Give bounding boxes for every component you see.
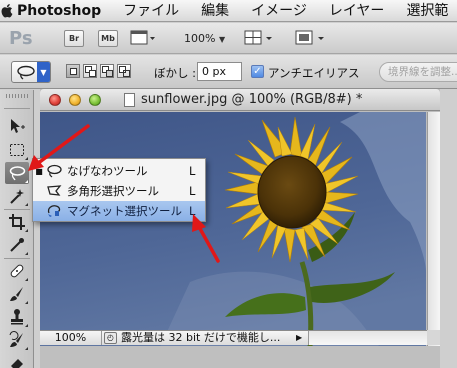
flyout-item-polygonal-lasso[interactable]: 多角形選択ツール L bbox=[33, 181, 205, 201]
flyout-item-shortcut: L bbox=[189, 184, 196, 198]
menu-photoshop[interactable]: Photoshop bbox=[13, 0, 112, 22]
stamp-icon bbox=[11, 309, 23, 325]
document-titlebar[interactable]: sunflower.jpg @ 100% (RGB/8#) * bbox=[40, 89, 440, 111]
application-bar: Ps Br Mb 100% ▼ bbox=[0, 23, 457, 54]
magnetic-lasso-icon bbox=[45, 203, 63, 219]
options-bar: ▼ ぼかし : 0 px ✓ アンチエイリアス 境界線を調整... bbox=[0, 55, 457, 89]
move-icon bbox=[11, 119, 25, 133]
history-brush-tool[interactable] bbox=[5, 329, 29, 351]
status-text: 露光量は 32 bit だけで機能し... bbox=[121, 331, 281, 344]
menu-edit[interactable]: 編集 bbox=[190, 0, 240, 22]
antialias-checkbox[interactable]: ✓ bbox=[251, 65, 264, 78]
polygonal-lasso-icon bbox=[45, 183, 63, 199]
guides-view-extras-icon[interactable] bbox=[130, 29, 156, 50]
move-tool[interactable] bbox=[5, 115, 29, 137]
menu-select[interactable]: 選択範 bbox=[395, 0, 457, 22]
vertical-scrollbar[interactable] bbox=[427, 112, 440, 347]
menu-bar: Photoshop ファイル 編集 イメージ レイヤー 選択範 bbox=[0, 0, 457, 22]
bridge-button[interactable]: Br bbox=[64, 30, 84, 47]
history-brush-icon bbox=[9, 331, 23, 347]
crop-tool[interactable] bbox=[5, 211, 29, 233]
ps-logo: Ps bbox=[9, 28, 33, 49]
antialias-label: アンチエイリアス bbox=[268, 66, 360, 80]
flyout-item-label: マグネット選択ツール bbox=[67, 204, 182, 218]
tool-preset-picker[interactable]: ▼ bbox=[11, 61, 51, 83]
divider bbox=[4, 108, 30, 109]
flyout-item-shortcut: L bbox=[189, 164, 196, 178]
quick-selection-tool[interactable] bbox=[5, 185, 29, 207]
flyout-item-shortcut: L bbox=[189, 204, 196, 218]
tools-panel bbox=[0, 90, 34, 368]
clone-stamp-tool[interactable] bbox=[5, 306, 29, 328]
menu-layer[interactable]: レイヤー bbox=[318, 0, 396, 22]
zoom-button[interactable] bbox=[89, 94, 101, 106]
flyout-item-magnetic-lasso[interactable]: マグネット選択ツール L bbox=[33, 201, 205, 221]
new-selection-button[interactable] bbox=[66, 64, 80, 78]
document-bottom-area bbox=[40, 346, 440, 368]
flyout-item-lasso[interactable]: ■ なげなわツール L bbox=[33, 161, 205, 181]
feather-label: ぼかし : bbox=[154, 66, 197, 80]
zoom-field[interactable]: 100% bbox=[40, 331, 102, 345]
brush-icon bbox=[10, 287, 23, 301]
close-button[interactable] bbox=[49, 94, 61, 106]
menu-image[interactable]: イメージ bbox=[240, 0, 318, 22]
lasso-icon bbox=[9, 166, 26, 181]
subtract-from-selection-button[interactable] bbox=[100, 64, 114, 78]
resize-corner[interactable] bbox=[427, 330, 440, 345]
status-menu-arrow-icon[interactable]: ▶ bbox=[296, 333, 302, 342]
rectangular-marquee-icon bbox=[10, 144, 24, 156]
panel-grip[interactable] bbox=[6, 94, 28, 98]
screen-mode-icon[interactable] bbox=[295, 29, 329, 50]
divider bbox=[4, 258, 30, 259]
crop-icon bbox=[9, 214, 25, 230]
healing-brush-tool[interactable] bbox=[5, 260, 29, 282]
lasso-tools-flyout: ■ なげなわツール L 多角形選択ツール L マグネット選択ツール L bbox=[32, 158, 206, 222]
intersect-selection-button[interactable] bbox=[117, 64, 131, 78]
chevron-down-icon: ▼ bbox=[218, 35, 226, 44]
divider bbox=[4, 209, 30, 210]
menu-file[interactable]: ファイル bbox=[112, 0, 190, 22]
feather-input[interactable]: 0 px bbox=[197, 62, 242, 81]
eraser-icon bbox=[11, 359, 23, 368]
refine-edge-button[interactable]: 境界線を調整... bbox=[379, 62, 457, 82]
document-icon bbox=[124, 93, 135, 107]
zoom-level[interactable]: 100% ▼ bbox=[184, 32, 225, 45]
eyedropper-tool[interactable] bbox=[5, 234, 29, 256]
sunflower-photo bbox=[40, 112, 426, 347]
magic-wand-icon bbox=[10, 189, 24, 204]
lasso-icon bbox=[17, 65, 35, 80]
horizontal-scrollbar[interactable] bbox=[308, 331, 440, 345]
arrange-documents-icon[interactable] bbox=[244, 29, 276, 50]
eyedropper-icon bbox=[10, 238, 24, 252]
image-canvas[interactable] bbox=[40, 112, 426, 347]
flyout-item-label: 多角形選択ツール bbox=[67, 184, 159, 198]
status-info-icon[interactable]: ◴ bbox=[104, 332, 117, 344]
bandage-icon bbox=[10, 264, 24, 278]
status-bar: 100% ◴ 露光量は 32 bit だけで機能し... ▶ bbox=[40, 330, 440, 345]
minimize-button[interactable] bbox=[69, 94, 81, 106]
eraser-tool[interactable] bbox=[5, 352, 29, 368]
chevron-down-icon: ▼ bbox=[37, 62, 50, 82]
brush-tool[interactable] bbox=[5, 283, 29, 305]
flyout-item-label: なげなわツール bbox=[67, 164, 148, 178]
zoom-level-value: 100% bbox=[184, 32, 216, 45]
apple-menu-icon[interactable] bbox=[0, 0, 13, 22]
document-window: sunflower.jpg @ 100% (RGB/8#) * 100% ◴ 露… bbox=[40, 89, 440, 368]
selected-bullet-icon: ■ bbox=[35, 166, 43, 176]
add-to-selection-button[interactable] bbox=[83, 64, 97, 78]
lasso-icon bbox=[45, 163, 63, 179]
lasso-tool[interactable] bbox=[5, 162, 29, 184]
marquee-tool[interactable] bbox=[5, 139, 29, 161]
document-title: sunflower.jpg @ 100% (RGB/8#) * bbox=[141, 92, 363, 107]
mini-bridge-button[interactable]: Mb bbox=[98, 30, 118, 47]
